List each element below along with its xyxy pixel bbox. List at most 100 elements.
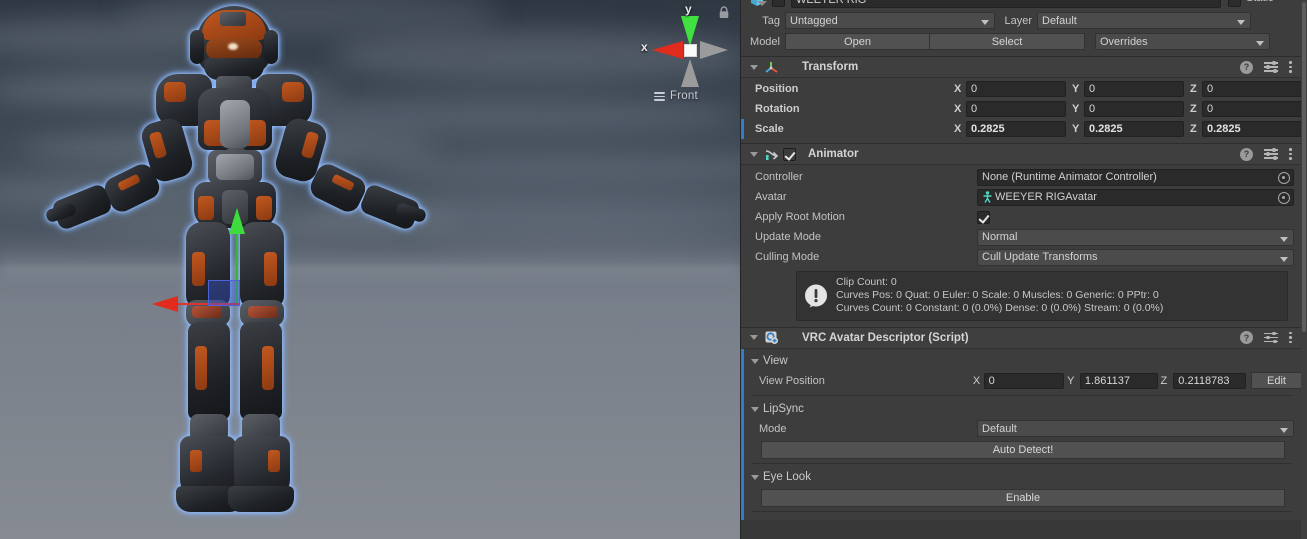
model-overrides-dropdown[interactable]: Overrides [1095, 33, 1270, 50]
chevron-down-icon [751, 358, 759, 364]
vrc-descriptor-title: VRC Avatar Descriptor (Script) [802, 331, 969, 344]
animator-body: Controller None (Runtime Animator Contro… [741, 165, 1302, 327]
layer-label: Layer [1004, 14, 1032, 27]
help-icon[interactable]: ? [1240, 60, 1253, 74]
gizmo-y-axis-cone[interactable] [681, 16, 699, 46]
transform-axis-icon [762, 59, 780, 75]
help-icon[interactable]: ? [1240, 331, 1253, 345]
preset-icon[interactable] [1264, 148, 1278, 160]
scale-z-field[interactable]: 0.2825 [1202, 121, 1302, 137]
move-gizmo[interactable] [150, 200, 270, 312]
rotation-x-field[interactable]: 0 [966, 101, 1066, 117]
position-x-field[interactable]: 0 [966, 81, 1066, 97]
gizmo-center-cube[interactable] [684, 44, 697, 57]
chevron-down-icon [1280, 428, 1288, 434]
scale-label: Scale [755, 123, 784, 135]
rotation-z-axis-label: Z [1190, 103, 1197, 115]
position-z-axis-label: Z [1190, 83, 1197, 95]
section-divider [751, 462, 1292, 464]
gizmo-x-axis-cone[interactable] [652, 41, 683, 59]
scene-view[interactable]: y x Front [0, 0, 740, 539]
static-checkbox[interactable] [1228, 0, 1241, 7]
vrc-descriptor-foldout[interactable] [747, 335, 761, 341]
model-select-button[interactable]: Select [930, 33, 1085, 50]
transform-body: Position X0 Y0 Z0 Rotation X0 Y0 Z0 Scal… [741, 78, 1302, 143]
transform-foldout[interactable] [747, 64, 761, 70]
view-position-y-field[interactable]: 1.861137 [1079, 372, 1158, 389]
gizmo-z-plane-handle[interactable] [208, 280, 240, 306]
layer-dropdown[interactable]: Default [1037, 12, 1251, 29]
chevron-down-icon [981, 20, 989, 25]
kebab-menu-icon[interactable] [1289, 331, 1293, 345]
scale-y-field[interactable]: 0.2825 [1084, 121, 1184, 137]
lock-icon[interactable] [718, 6, 730, 19]
view-position-z-field[interactable]: 0.2118783 [1173, 372, 1246, 389]
rotation-label: Rotation [755, 103, 800, 115]
transform-rotation-row: Rotation X0 Y0 Z0 [741, 99, 1302, 119]
scale-x-field[interactable]: 0.2825 [966, 121, 1066, 137]
gameobject-active-checkbox[interactable] [772, 0, 785, 7]
tag-dropdown[interactable]: Untagged [785, 12, 995, 29]
rotation-y-axis-label: Y [1072, 103, 1080, 115]
help-icon[interactable]: ? [1240, 147, 1253, 161]
kebab-menu-icon[interactable] [1289, 60, 1293, 74]
script-icon [762, 330, 780, 346]
inspector-panel[interactable]: WEEYER RIG Static Tag Untagged Layer Def… [740, 0, 1307, 539]
animator-header-icons: ? [1240, 147, 1302, 161]
apply-root-motion-label: Apply Root Motion [755, 211, 845, 223]
gizmo-x-arrow[interactable] [152, 296, 178, 312]
object-picker-icon[interactable] [1278, 191, 1290, 204]
component-animator: Animator ? Controller None (Runtime Anim… [741, 143, 1302, 327]
gizmo-y-label: y [685, 2, 692, 16]
tag-value: Untagged [790, 14, 838, 27]
view-section-label: View [763, 355, 788, 368]
auto-detect-button[interactable]: Auto Detect! [761, 440, 1285, 459]
eyelook-section-label: Eye Look [763, 471, 811, 484]
view-orientation-text: Front [670, 90, 698, 103]
preset-icon[interactable] [1264, 61, 1278, 73]
view-position-x-field[interactable]: 0 [983, 372, 1065, 389]
position-x-axis-label: X [954, 83, 962, 95]
prefab-override-indicator [741, 119, 744, 139]
rotation-z-field[interactable]: 0 [1202, 101, 1302, 117]
inspector-scrollbar-track[interactable] [1301, 0, 1307, 539]
animator-header[interactable]: Animator ? [741, 144, 1302, 165]
overrides-value: Overrides [1100, 35, 1148, 48]
scene-view-orientation-label[interactable]: Front [654, 90, 740, 103]
animator-enabled-checkbox[interactable] [783, 147, 796, 161]
transform-header-icons: ? [1240, 60, 1302, 74]
gizmo-negative-y-cone[interactable] [681, 59, 699, 87]
transform-header[interactable]: Transform ? [741, 57, 1302, 78]
kebab-menu-icon[interactable] [1289, 147, 1293, 161]
gizmo-z-axis-cone[interactable] [700, 41, 728, 59]
avatar-object-field[interactable]: WEEYER RIGAvatar [977, 188, 1294, 206]
model-open-button[interactable]: Open [785, 33, 930, 50]
preset-icon[interactable] [1264, 331, 1278, 344]
rotation-y-field[interactable]: 0 [1084, 101, 1184, 117]
position-y-field[interactable]: 0 [1084, 81, 1184, 97]
layer-value: Default [1042, 14, 1077, 27]
inspector-scrollbar-thumb[interactable] [1302, 2, 1306, 332]
gameobject-header-row[interactable]: WEEYER RIG Static [741, 0, 1302, 10]
view-position-row: View Position X 0 Y 1.861137 Z 0.2118783… [741, 371, 1303, 391]
view-section-foldout[interactable]: View [741, 352, 1302, 371]
tag-layer-row: Tag Untagged Layer Default [741, 10, 1302, 31]
update-mode-value: Normal [982, 231, 1018, 243]
culling-mode-dropdown[interactable]: Cull Update Transforms [977, 248, 1294, 266]
lipsync-mode-dropdown[interactable]: Default [977, 420, 1294, 438]
update-mode-dropdown[interactable]: Normal [977, 228, 1294, 246]
scene-view-gizmo[interactable]: y x Front [640, 2, 740, 112]
position-z-field[interactable]: 0 [1202, 81, 1302, 97]
gameobject-name-field[interactable]: WEEYER RIG [791, 0, 1221, 8]
lipsync-section-foldout[interactable]: LipSync [741, 400, 1302, 419]
object-picker-icon[interactable] [1278, 171, 1290, 184]
prefab-dropdown-arrow[interactable] [757, 1, 767, 6]
eyelook-enable-button[interactable]: Enable [761, 488, 1285, 507]
apply-root-motion-checkbox[interactable] [977, 210, 990, 224]
eyelook-section-foldout[interactable]: Eye Look [741, 468, 1302, 487]
gizmo-y-arrow[interactable] [229, 208, 245, 234]
view-position-edit-button[interactable]: Edit [1250, 372, 1303, 390]
controller-object-field[interactable]: None (Runtime Animator Controller) [977, 168, 1294, 186]
vrc-descriptor-header[interactable]: VRC Avatar Descriptor (Script) ? [741, 327, 1302, 349]
animator-foldout[interactable] [747, 151, 761, 157]
